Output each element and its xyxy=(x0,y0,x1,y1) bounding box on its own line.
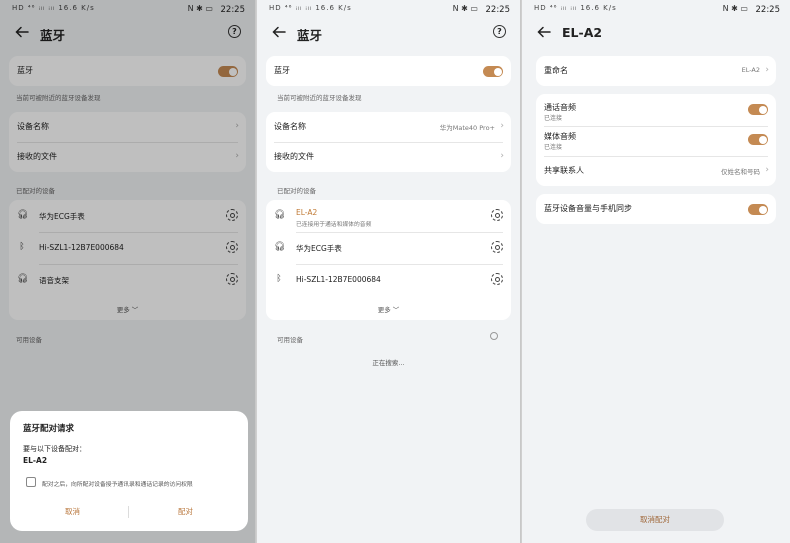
dialog-message: 要与以下设备配对： xyxy=(23,445,86,453)
status-bar: HD ⁴⁶ ᵢₗₗ ᵢₗₗ 16.6 K/s N ✱ ▭ 22:25 xyxy=(257,0,520,20)
rename-card: 重命名 EL-A2 › xyxy=(536,56,776,86)
visibility-hint: 当前可被附近的蓝牙设备发现 xyxy=(277,94,362,102)
call-audio-status: 已连接 xyxy=(544,115,563,122)
status-icons: N ✱ ▭ xyxy=(722,4,748,13)
clock: 22:25 xyxy=(755,5,781,15)
page-title: EL-A2 xyxy=(562,25,603,40)
media-audio-row: 媒体音频 已连接 xyxy=(536,126,776,156)
headphone-icon: 🎧︎ xyxy=(274,210,286,220)
paired-device-row[interactable]: ᛒ Hi-SZL1-12B7E000684 xyxy=(266,264,511,296)
help-icon[interactable]: ? xyxy=(493,25,506,38)
volume-sync-card: 蓝牙设备音量与手机同步 xyxy=(536,194,776,224)
bluetooth-toggle-card: 蓝牙 xyxy=(266,56,511,86)
chevron-right-icon: › xyxy=(765,65,769,75)
bluetooth-row[interactable]: 蓝牙 xyxy=(266,56,511,86)
pairing-dialog: 蓝牙配对请求 要与以下设备配对： EL-A2 配对之后，向所配对设备授予通讯录和… xyxy=(10,411,248,531)
gear-icon[interactable] xyxy=(491,241,503,253)
headphone-icon: 🎧︎ xyxy=(274,242,286,252)
page-title: 蓝牙 xyxy=(297,28,323,43)
dialog-device-name: EL-A2 xyxy=(23,456,48,465)
device-name-row[interactable]: 设备名称 华为Mate40 Pro+ › xyxy=(266,112,511,142)
searching-status: 正在搜索... xyxy=(372,359,405,367)
call-audio-label: 通话音频 xyxy=(544,103,576,112)
rename-label: 重命名 xyxy=(544,66,568,75)
paired-device-row[interactable]: 🎧︎ EL-A2 已连接用于通话和媒体的音频 xyxy=(266,200,511,232)
received-files-row[interactable]: 接收的文件 › xyxy=(266,142,511,172)
device-detail-screen: HD ⁴⁶ ᵢₗₗ ᵢₗₗ 16.6 K/s N ✱ ▭ 22:25 EL-A2… xyxy=(522,0,790,543)
media-audio-label: 媒体音频 xyxy=(544,132,576,141)
volume-sync-toggle[interactable] xyxy=(748,204,768,215)
title-bar: EL-A2 xyxy=(522,22,790,46)
device-name: 华为ECG手表 xyxy=(296,244,342,253)
bluetooth-screen-connected: HD ⁴⁶ ᵢₗₗ ᵢₗₗ 16.6 K/s N ✱ ▭ 22:25 蓝牙 ? … xyxy=(257,0,521,543)
device-name: Hi-SZL1-12B7E000684 xyxy=(296,275,381,284)
rename-row[interactable]: 重命名 EL-A2 › xyxy=(536,56,776,86)
available-devices-header: 可用设备 xyxy=(277,336,303,344)
back-arrow-icon[interactable] xyxy=(536,24,552,40)
scanning-spinner-icon xyxy=(490,332,498,340)
received-files-label: 接收的文件 xyxy=(274,152,314,161)
bluetooth-label: 蓝牙 xyxy=(274,66,290,75)
share-contacts-row[interactable]: 共享联系人 仅姓名和号码 › xyxy=(536,156,776,186)
device-settings-card: 设备名称 华为Mate40 Pro+ › 接收的文件 › xyxy=(266,112,511,172)
chevron-right-icon: › xyxy=(765,165,769,175)
paired-devices-header: 已配对的设备 xyxy=(277,187,316,195)
rename-value: EL-A2 xyxy=(741,66,760,74)
dialog-title: 蓝牙配对请求 xyxy=(23,424,75,434)
bluetooth-screen-with-pair-dialog: HD ⁴⁶ ᵢₗₗ ᵢₗₗ 16.6 K/s N ✱ ▭ 22:25 蓝牙 ? … xyxy=(0,0,256,543)
signal-indicators: HD ⁴⁶ ᵢₗₗ ᵢₗₗ 16.6 K/s xyxy=(534,4,617,12)
unpair-button[interactable]: 取消配对 xyxy=(586,509,724,531)
gear-icon[interactable] xyxy=(491,273,503,285)
paired-device-row[interactable]: 🎧︎ 华为ECG手表 xyxy=(266,232,511,264)
chevron-right-icon: › xyxy=(500,151,504,161)
paired-devices-card: 🎧︎ EL-A2 已连接用于通话和媒体的音频 🎧︎ 华为ECG手表 ᛒ Hi-S… xyxy=(266,200,511,320)
bluetooth-toggle[interactable] xyxy=(483,66,503,77)
cancel-button[interactable]: 取消 xyxy=(65,506,80,517)
button-divider xyxy=(128,506,129,518)
media-audio-toggle[interactable] xyxy=(748,134,768,145)
pair-button[interactable]: 配对 xyxy=(178,506,193,517)
more-button[interactable]: 更多 ﹀ xyxy=(266,304,511,314)
connection-status: 已连接用于通话和媒体的音频 xyxy=(296,222,372,228)
call-audio-row: 通话音频 已连接 xyxy=(536,94,776,126)
status-bar: HD ⁴⁶ ᵢₗₗ ᵢₗₗ 16.6 K/s N ✱ ▭ 22:25 xyxy=(522,0,790,20)
volume-sync-label: 蓝牙设备音量与手机同步 xyxy=(544,204,632,213)
call-audio-toggle[interactable] xyxy=(748,104,768,115)
checkbox-label: 配对之后，向所配对设备授予通讯录和通话记录的访问权限 xyxy=(42,482,193,488)
contacts-access-checkbox[interactable] xyxy=(26,477,36,487)
audio-settings-card: 通话音频 已连接 媒体音频 已连接 共享联系人 仅姓名和号码 › xyxy=(536,94,776,186)
share-contacts-value: 仅姓名和号码 xyxy=(721,168,760,176)
comparison-stage: HD ⁴⁶ ᵢₗₗ ᵢₗₗ 16.6 K/s N ✱ ▭ 22:25 蓝牙 ? … xyxy=(0,0,790,543)
volume-sync-row: 蓝牙设备音量与手机同步 xyxy=(536,194,776,224)
gear-icon[interactable] xyxy=(491,209,503,221)
share-contacts-label: 共享联系人 xyxy=(544,166,584,175)
back-arrow-icon[interactable] xyxy=(271,24,287,40)
signal-indicators: HD ⁴⁶ ᵢₗₗ ᵢₗₗ 16.6 K/s xyxy=(269,4,352,12)
device-name-active: EL-A2 xyxy=(296,208,318,217)
device-name-value: 华为Mate40 Pro+ xyxy=(439,124,495,132)
clock: 22:25 xyxy=(485,5,511,15)
device-name-label: 设备名称 xyxy=(274,122,306,131)
chevron-right-icon: › xyxy=(500,121,504,131)
title-bar: 蓝牙 ? xyxy=(257,22,520,46)
media-audio-status: 已连接 xyxy=(544,144,563,151)
status-icons: N ✱ ▭ xyxy=(452,4,478,13)
bluetooth-icon: ᛒ xyxy=(276,274,282,284)
